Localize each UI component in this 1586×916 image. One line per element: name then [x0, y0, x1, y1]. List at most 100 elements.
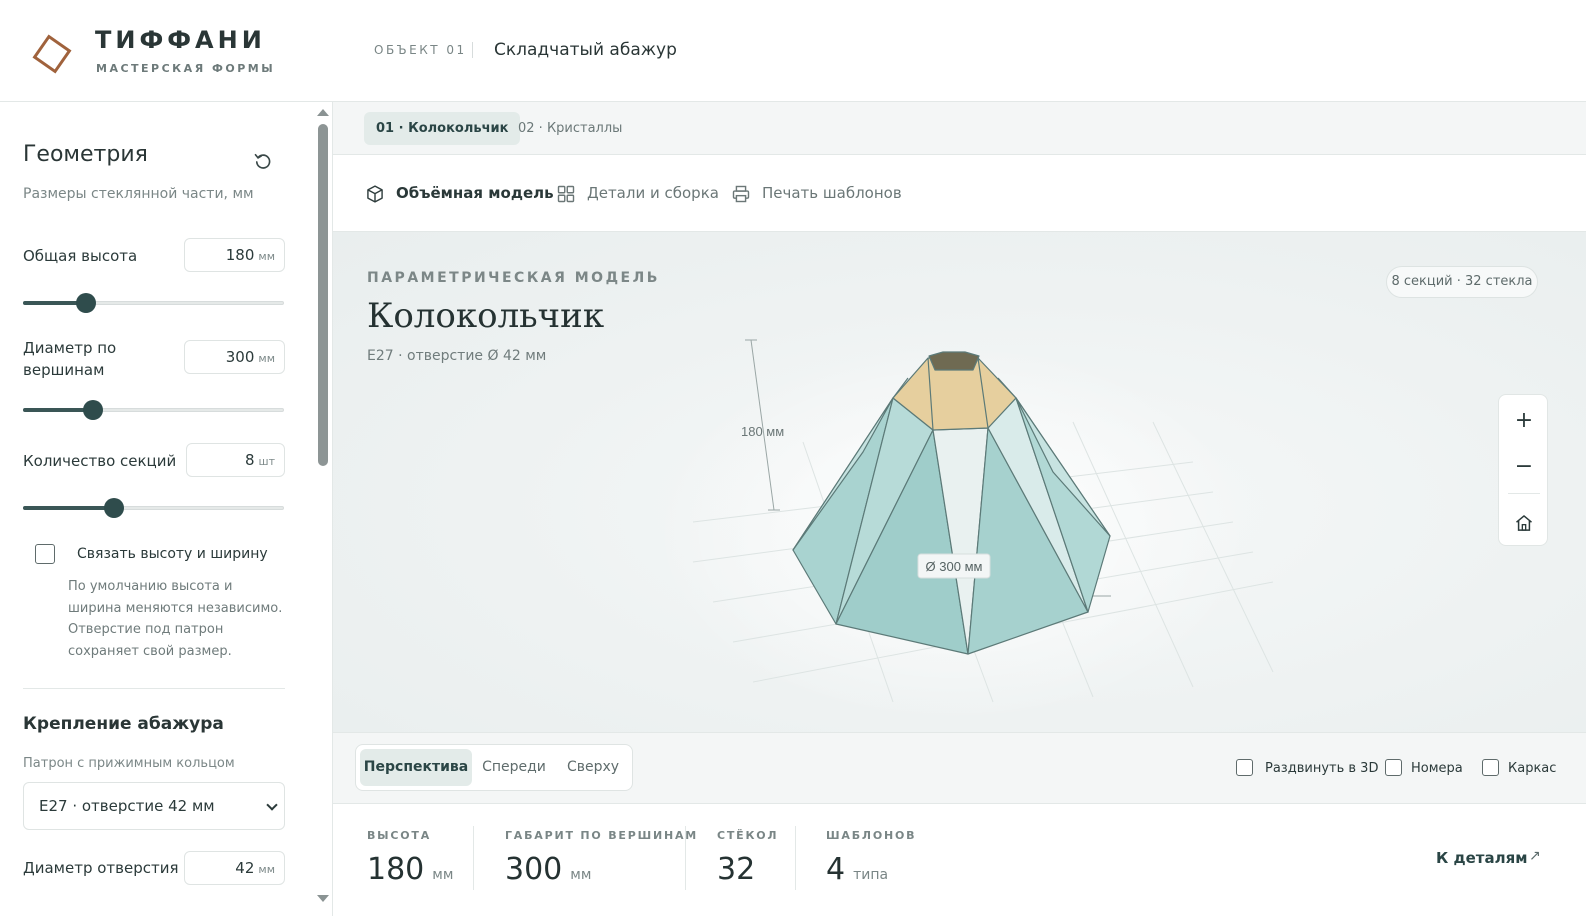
view-top-button[interactable]: Сверху: [556, 749, 630, 786]
sections-slider[interactable]: [23, 497, 284, 519]
tab-3d-model[interactable]: Объёмная модель: [365, 155, 554, 232]
tab-details[interactable]: Детали и сборка: [556, 155, 719, 232]
sections-value: 8: [244, 451, 255, 469]
geometry-title: Геометрия: [23, 142, 148, 167]
logo-icon: [32, 34, 72, 74]
explode-3d-label: Раздвинуть в 3D: [1265, 761, 1379, 776]
stat-divider: [795, 826, 796, 890]
wireframe-label: Каркас: [1508, 761, 1557, 776]
subtab-bell[interactable]: 01 · Колокольчик: [364, 112, 521, 145]
view-options-bar: Перспектива Спереди Сверху Раздвинуть в …: [333, 732, 1586, 804]
tab-print-templates[interactable]: Печать шаблонов: [731, 155, 902, 232]
section-divider: [23, 688, 285, 689]
diameter-slider[interactable]: [23, 399, 284, 421]
link-size-hint: По умолчанию высота и ширина меняются не…: [68, 579, 283, 659]
height-slider[interactable]: [23, 292, 284, 314]
diameter-slider-knob[interactable]: [83, 400, 103, 420]
stat-divider: [685, 826, 686, 890]
sections-label: Количество секций: [23, 452, 177, 470]
view-tabs: Объёмная модель Детали и сборка Печать ш…: [333, 155, 1586, 283]
height-dimension-label: 180 мм: [741, 424, 784, 439]
viewport-title: Колокольчик: [367, 296, 605, 336]
stat-templates-unit: типа: [853, 867, 889, 883]
scroll-down-arrow[interactable]: [317, 895, 329, 902]
stat-templates-number: 4: [826, 852, 846, 887]
geometry-subtitle: Размеры стеклянной части, мм: [23, 186, 254, 202]
home-view-button[interactable]: [1499, 501, 1549, 545]
explode-3d-checkbox[interactable]: [1236, 759, 1253, 776]
zoom-out-button[interactable]: −: [1499, 445, 1549, 489]
parameters-sidebar: Геометрия Размеры стеклянной части, мм О…: [0, 102, 333, 916]
chevron-down-icon: [266, 799, 278, 811]
model-viewport[interactable]: 180 мм Ø 300 мм ПАРАМЕТРИЧЕСКАЯ МОДЕЛЬ К…: [333, 232, 1586, 732]
height-label: Общая высота: [23, 247, 138, 265]
numbers-checkbox[interactable]: [1385, 759, 1402, 776]
diameter-input[interactable]: 300 мм: [184, 340, 285, 374]
stat-height-label: ВЫСОТА: [367, 829, 432, 842]
main-area: 01 · Колокольчик 02 · Кристаллы Объёмная…: [333, 102, 1586, 916]
hole-diameter-input[interactable]: 42 мм: [184, 851, 285, 885]
sections-unit: шт: [258, 455, 275, 468]
height-input[interactable]: 180 мм: [184, 238, 285, 272]
stat-glass-value: 32: [717, 852, 755, 887]
link-size-label: Связать высоту и ширину: [77, 546, 268, 562]
link-size-checkbox[interactable]: [35, 544, 55, 564]
socket-select[interactable]: E27 · отверстие 42 мм: [23, 782, 285, 830]
diameter-unit: мм: [258, 352, 275, 365]
sections-badge: 8 секций · 32 стекла: [1386, 266, 1538, 298]
hole-diameter-unit: мм: [258, 863, 275, 876]
diameter-dimension-label: Ø 300 мм: [926, 559, 983, 574]
zoom-controls: + −: [1498, 394, 1548, 546]
socket-hole: [928, 351, 980, 371]
diameter-label: Диаметр по вершинам: [23, 339, 117, 379]
reset-icon[interactable]: [252, 150, 274, 172]
grid-icon: [557, 185, 575, 203]
mount-title: Крепление абажура: [23, 714, 224, 734]
brand-subtitle: МАСТЕРСКАЯ ФОРМЫ: [96, 62, 276, 75]
stat-height-value: 180 мм: [367, 852, 453, 887]
stat-height-unit: мм: [432, 867, 454, 883]
sections-input[interactable]: 8 шт: [186, 443, 285, 477]
zoom-divider: [1508, 493, 1540, 494]
tab-details-label: Детали и сборка: [587, 184, 719, 202]
viewport-meta: E27 · отверстие Ø 42 мм: [367, 348, 547, 364]
stat-height-number: 180: [367, 852, 425, 887]
view-front-button[interactable]: Спереди: [472, 749, 556, 786]
tab-3d-model-label: Объёмная модель: [396, 184, 554, 202]
stat-size-unit: мм: [570, 867, 592, 883]
socket-select-value: E27 · отверстие 42 мм: [39, 797, 215, 815]
stat-glass-number: 32: [717, 852, 756, 887]
stat-templates-value: 4 типа: [826, 852, 888, 887]
home-icon: [1516, 515, 1532, 531]
sections-slider-knob[interactable]: [104, 498, 124, 518]
stat-size-value: 300 мм: [505, 852, 591, 887]
wireframe-checkbox[interactable]: [1482, 759, 1499, 776]
stat-size-number: 300: [505, 852, 563, 887]
diameter-value: 300: [225, 348, 255, 366]
zoom-in-button[interactable]: +: [1499, 399, 1549, 443]
hole-diameter-value: 42: [235, 859, 255, 877]
viewport-eyebrow: ПАРАМЕТРИЧЕСКАЯ МОДЕЛЬ: [367, 270, 660, 286]
socket-label: Патрон с прижимным кольцом: [23, 756, 235, 771]
app-header: ТИФФАНИ МАСТЕРСКАЯ ФОРМЫ ОБЪЕКТ 01 Склад…: [0, 0, 1586, 102]
header-divider: [472, 42, 473, 58]
stat-templates-label: ШАБЛОНОВ: [826, 829, 917, 842]
numbers-label: Номера: [1411, 761, 1463, 776]
stat-glass-label: СТЁКОЛ: [717, 829, 779, 842]
height-value: 180: [225, 246, 255, 264]
sidebar-scrollbar[interactable]: [318, 124, 328, 466]
view-perspective-button[interactable]: Перспектива: [360, 749, 472, 786]
view-mode-switch: Перспектива Спереди Сверху: [355, 744, 633, 791]
stat-size-label: ГАБАРИТ ПО ВЕРШИНАМ: [505, 829, 699, 842]
arrow-up-right-icon: ↗: [1529, 848, 1541, 864]
height-unit: мм: [258, 250, 275, 263]
model-stats: ВЫСОТА 180 мм ГАБАРИТ ПО ВЕРШИНАМ 300 мм С…: [333, 804, 1586, 916]
printer-icon: [732, 185, 750, 203]
stat-divider: [473, 826, 474, 890]
go-to-details-link[interactable]: К деталям: [1436, 849, 1527, 867]
subtab-crystals[interactable]: 02 · Кристаллы: [506, 112, 634, 145]
scroll-up-arrow[interactable]: [317, 109, 329, 116]
height-slider-knob[interactable]: [76, 293, 96, 313]
brand-title: ТИФФАНИ: [95, 26, 266, 54]
tab-print-label: Печать шаблонов: [762, 184, 902, 202]
